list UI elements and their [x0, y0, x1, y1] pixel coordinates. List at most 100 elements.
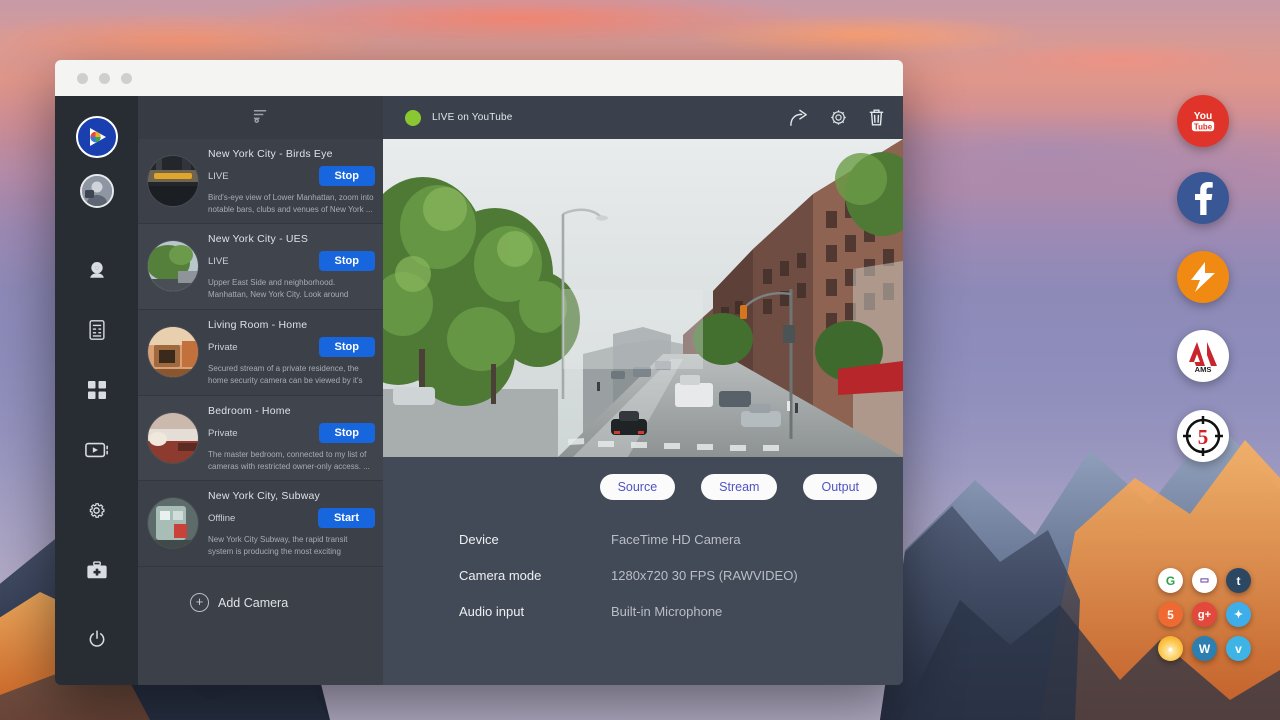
add-camera-button[interactable]: + Add Camera [138, 567, 383, 612]
svg-text:AMS: AMS [1195, 365, 1212, 374]
list-item[interactable]: New York City - UES LIVE Stop Upper East… [138, 224, 383, 310]
camera-info: Living Room - Home Private Stop Secured … [208, 319, 375, 387]
launcher-tumblr[interactable]: t [1226, 568, 1251, 593]
plus-circle-icon: + [190, 593, 209, 612]
gear-icon[interactable] [77, 490, 117, 530]
list-item[interactable]: Bedroom - Home Private Stop The master b… [138, 396, 383, 481]
camera-title: Bedroom - Home [208, 405, 375, 417]
trash-icon[interactable] [868, 108, 885, 127]
main-panel: LIVE on YouTube [383, 96, 903, 685]
tab-source[interactable]: Source [600, 474, 676, 500]
table-row: Audio input Built-in Microphone [459, 604, 903, 619]
camera-title: New York City, Subway [208, 490, 375, 502]
app-body: New York City - Birds Eye LIVE Stop Bird… [55, 96, 903, 685]
camera-thumbnail [148, 156, 198, 206]
camera-description: Secured stream of a private residence, t… [208, 363, 375, 387]
settings-tabs: Source Stream Output [383, 457, 903, 500]
camera-status-row: LIVE Stop [208, 251, 375, 271]
list-item[interactable]: New York City - Birds Eye LIVE Stop Bird… [138, 139, 383, 224]
camera-description: The master bedroom, connected to my list… [208, 449, 375, 472]
info-value: FaceTime HD Camera [611, 532, 741, 547]
camera-status: LIVE [208, 256, 229, 267]
info-label: Device [459, 532, 611, 547]
launcher-vimeo[interactable]: v [1226, 636, 1251, 661]
camera-info: Bedroom - Home Private Stop The master b… [208, 405, 375, 472]
camera-status: Private [208, 428, 238, 439]
power-icon[interactable] [77, 619, 117, 659]
sidebar-rail [55, 96, 138, 685]
camera-action-button[interactable]: Stop [319, 337, 375, 357]
app-logo-icon[interactable] [76, 116, 118, 158]
launcher-twitch[interactable]: ▭ [1192, 568, 1217, 593]
video-scene [383, 139, 903, 457]
svg-text:Tube: Tube [1194, 122, 1213, 131]
close-button[interactable] [77, 73, 88, 84]
share-arrow-icon[interactable] [789, 109, 809, 127]
webcam-icon[interactable] [77, 250, 117, 290]
launcher-adobe-ams[interactable]: AMS [1177, 330, 1229, 382]
document-list-icon[interactable] [77, 310, 117, 350]
camera-title: New York City - Birds Eye [208, 148, 375, 160]
launcher-sunrise[interactable]: ● [1158, 636, 1183, 661]
camera-info: New York City - UES LIVE Stop Upper East… [208, 233, 375, 301]
tab-stream[interactable]: Stream [701, 474, 777, 500]
camera-status: Private [208, 342, 238, 353]
desktop: New York City - Birds Eye LIVE Stop Bird… [0, 0, 1280, 720]
info-value: Built-in Microphone [611, 604, 722, 619]
camera-description: Upper East Side and neighborhood. Manhat… [208, 277, 375, 301]
info-value: 1280x720 30 FPS (RAWVIDEO) [611, 568, 798, 583]
camera-description: Bird's-eye view of Lower Manhattan, zoom… [208, 192, 375, 215]
camera-thumbnail [148, 498, 198, 548]
camera-action-button[interactable]: Stop [319, 251, 375, 271]
svg-text:5: 5 [1198, 425, 1209, 449]
tab-output[interactable]: Output [803, 474, 877, 500]
launcher-wowza[interactable] [1177, 251, 1229, 303]
camera-thumbnail [148, 413, 198, 463]
camera-action-button[interactable]: Stop [319, 166, 375, 186]
svg-text:You: You [1194, 111, 1213, 122]
camera-thumbnail [148, 327, 198, 377]
minimize-button[interactable] [99, 73, 110, 84]
camera-thumbnail [148, 241, 198, 291]
launcher-google-plus[interactable]: g+ [1192, 602, 1217, 627]
filter-sort-icon[interactable] [252, 107, 269, 129]
camera-status-row: Private Stop [208, 337, 375, 357]
video-preview[interactable] [383, 139, 903, 457]
table-row: Device FaceTime HD Camera [459, 532, 903, 547]
window-titlebar [55, 60, 903, 96]
video-screen-icon[interactable] [77, 430, 117, 470]
list-toolbar [138, 96, 383, 139]
camera-status: Offline [208, 513, 235, 524]
camera-info: New York City, Subway Offline Start New … [208, 490, 375, 558]
main-toolbar: LIVE on YouTube [383, 96, 903, 139]
camera-info: New York City - Birds Eye LIVE Stop Bird… [208, 148, 375, 215]
grid-icon[interactable] [77, 370, 117, 410]
table-row: Camera mode 1280x720 30 FPS (RAWVIDEO) [459, 568, 903, 583]
list-item[interactable]: Living Room - Home Private Stop Secured … [138, 310, 383, 396]
camera-status: LIVE [208, 171, 229, 182]
maximize-button[interactable] [121, 73, 132, 84]
list-item[interactable]: New York City, Subway Offline Start New … [138, 481, 383, 567]
info-label: Audio input [459, 604, 611, 619]
user-avatar[interactable] [80, 174, 114, 208]
camera-description: New York City Subway, the rapid transit … [208, 534, 375, 558]
launcher-youtube[interactable]: You Tube [1177, 95, 1229, 147]
launcher-five-orange[interactable]: 5 [1158, 602, 1183, 627]
camera-action-button[interactable]: Stop [319, 423, 375, 443]
launcher-grabyo[interactable]: G [1158, 568, 1183, 593]
first-aid-kit-icon[interactable] [77, 550, 117, 590]
launcher-facebook[interactable] [1177, 172, 1229, 224]
launcher-channel-five[interactable]: 5 [1177, 410, 1229, 462]
camera-status-row: Private Stop [208, 423, 375, 443]
launcher-twitter[interactable]: ✦ [1226, 602, 1251, 627]
app-window: New York City - Birds Eye LIVE Stop Bird… [55, 60, 903, 685]
gear-icon[interactable] [829, 108, 848, 127]
camera-title: New York City - UES [208, 233, 375, 245]
launcher-wordpress[interactable]: W [1192, 636, 1217, 661]
camera-list[interactable]: New York City - Birds Eye LIVE Stop Bird… [138, 139, 383, 685]
camera-action-button[interactable]: Start [318, 508, 375, 528]
live-status-label: LIVE on YouTube [432, 112, 512, 123]
info-label: Camera mode [459, 568, 611, 583]
live-status-dot [405, 110, 421, 126]
camera-list-panel: New York City - Birds Eye LIVE Stop Bird… [138, 96, 383, 685]
